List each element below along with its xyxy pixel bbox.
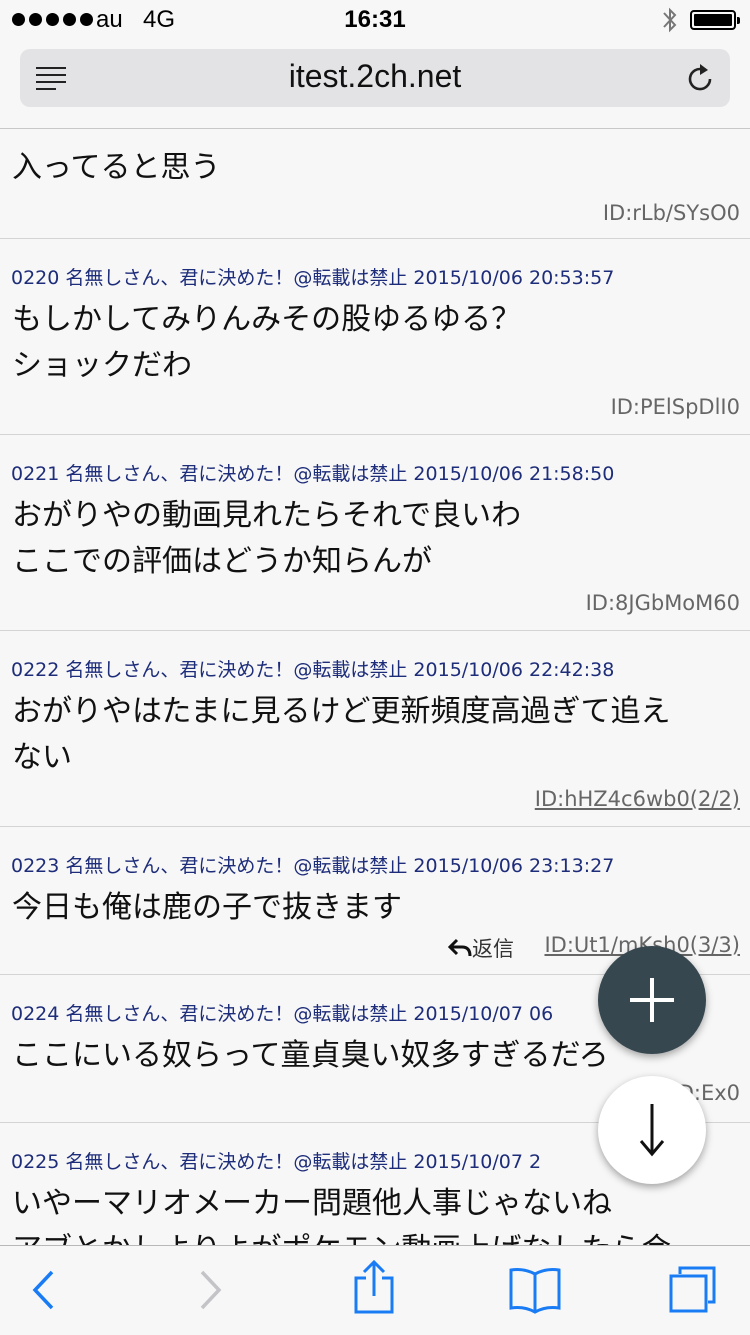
post-partial: 入ってると思う ID:rLb/SYsO0 (0, 129, 750, 239)
post-line: アブとかしよりよがポケモン動画上げなしたら会 (12, 1227, 738, 1245)
post-header[interactable]: 0222 名無しさん、君に決めた！@転載は禁止 2015/10/06 22:42… (11, 655, 614, 682)
post-header[interactable]: 0224 名無しさん、君に決めた！@転載は禁止 2015/10/07 06 (11, 999, 553, 1026)
post-line: ここでの評価はどうか知らんが (12, 544, 432, 579)
share-icon[interactable] (352, 1260, 396, 1316)
reply-label: 返信 (472, 937, 514, 961)
post-body: おがりやはたまに見るけど更新頻度高過ぎて追え ない (12, 689, 738, 781)
address-bar[interactable]: itest.2ch.net (20, 49, 730, 107)
post-id[interactable]: ID:rLb/SYsO0 (603, 201, 740, 225)
battery-icon (690, 10, 740, 30)
post-0221: 0221 名無しさん、君に決めた！@転載は禁止 2015/10/06 21:58… (0, 435, 750, 631)
post-body: もしかしてみりんみその股ゆるゆる？ ショックだわ (12, 297, 738, 389)
browser-address-area: itest.2ch.net (0, 40, 750, 129)
forward-chevron-icon[interactable] (198, 1268, 224, 1312)
post-line: 今日も俺は鹿の子で抜きます (12, 890, 402, 925)
reload-icon[interactable] (684, 62, 716, 94)
post-body: おがりやの動画見れたらそれで良いわ ここでの評価はどうか知らんが (12, 493, 738, 585)
post-line: ショックだわ (12, 348, 192, 383)
post-0220: 0220 名無しさん、君に決めた！@転載は禁止 2015/10/06 20:53… (0, 239, 750, 435)
bookmarks-icon[interactable] (508, 1266, 562, 1314)
post-id[interactable]: ID:8JGbMoM60 (586, 591, 740, 615)
back-chevron-icon[interactable] (30, 1268, 56, 1312)
post-line: ない (12, 740, 72, 775)
post-header[interactable]: 0223 名無しさん、君に決めた！@転載は禁止 2015/10/06 23:13… (11, 851, 614, 878)
post-line: おがりやはたまに見るけど更新頻度高過ぎて追え (12, 694, 671, 729)
reply-arrow-icon (447, 938, 472, 957)
post-line: おがりやの動画見れたらそれで良いわ (12, 498, 522, 533)
post-id-link[interactable]: ID:hHZ4c6wb0(2/2) (535, 787, 740, 811)
arrow-down-icon (639, 1104, 665, 1157)
post-body: いやーマリオメーカー問題他人事じゃないね アブとかしよりよがポケモン動画上げなし… (12, 1181, 738, 1245)
post-id[interactable]: ID:PElSpDlI0 (611, 395, 740, 419)
post-0222: 0222 名無しさん、君に決めた！@転載は禁止 2015/10/06 22:42… (0, 631, 750, 827)
browser-toolbar (0, 1245, 750, 1335)
post-line: いやーマリオメーカー問題他人事じゃないね (12, 1186, 612, 1221)
post-body: 今日も俺は鹿の子で抜きます (12, 885, 738, 931)
post-header[interactable]: 0225 名無しさん、君に決めた！@転載は禁止 2015/10/07 2 (11, 1147, 541, 1174)
bluetooth-icon (663, 7, 677, 33)
tabs-icon[interactable] (668, 1264, 718, 1314)
url-text[interactable]: itest.2ch.net (20, 58, 730, 95)
new-post-button[interactable] (598, 946, 706, 1054)
status-bar: au 4G 16:31 (0, 0, 750, 40)
post-header[interactable]: 0221 名無しさん、君に決めた！@転載は禁止 2015/10/06 21:58… (11, 459, 614, 486)
reply-button[interactable]: 返信 (447, 933, 514, 963)
status-time: 16:31 (344, 6, 406, 33)
scroll-down-button[interactable] (598, 1076, 706, 1184)
post-body-line: 入ってると思う (12, 150, 221, 185)
post-line: もしかしてみりんみその股ゆるゆる？ (12, 302, 522, 337)
post-header[interactable]: 0220 名無しさん、君に決めた！@転載は禁止 2015/10/06 20:53… (11, 263, 614, 290)
